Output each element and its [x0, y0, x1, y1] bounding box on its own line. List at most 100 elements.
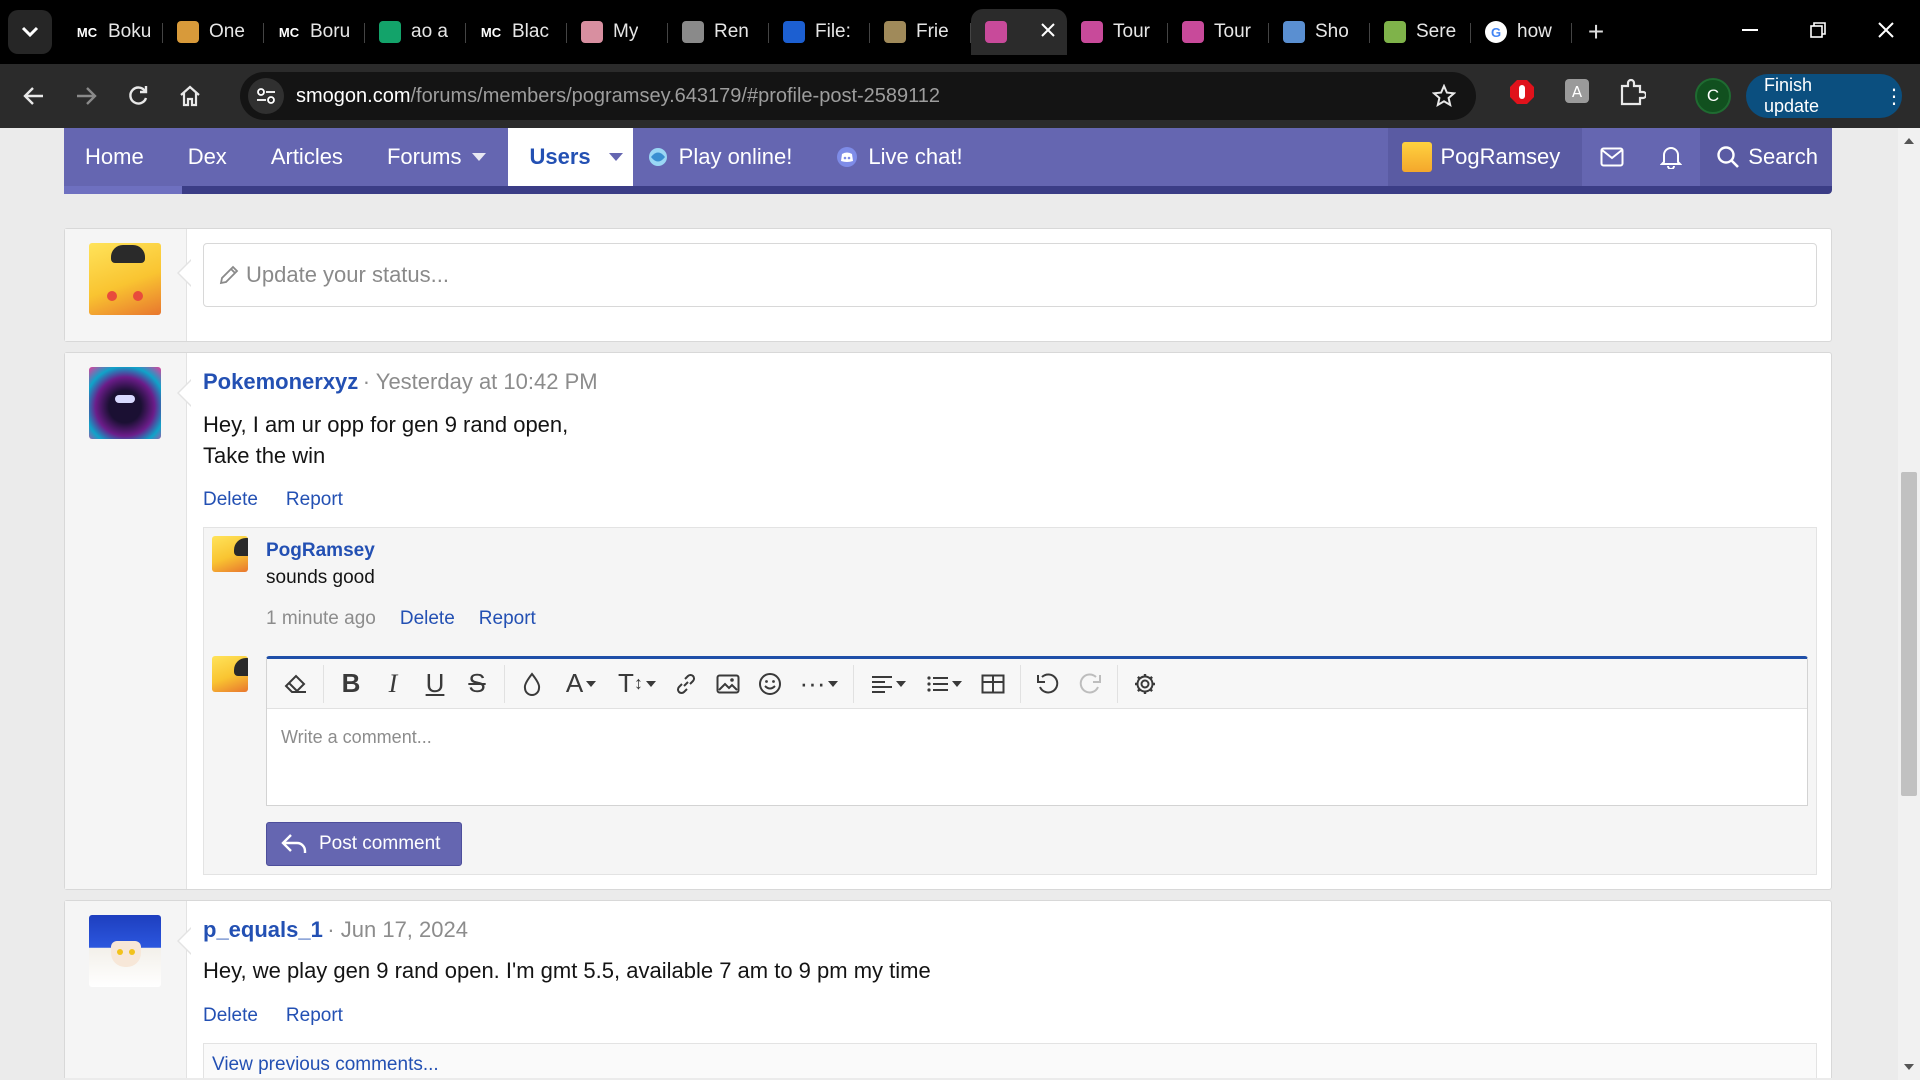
post-time[interactable]: Jun 17, 2024 [341, 917, 468, 942]
redo-button[interactable] [1069, 664, 1111, 704]
list-button[interactable] [916, 664, 972, 704]
report-link[interactable]: Report [479, 608, 536, 629]
chevron-down-icon[interactable] [608, 153, 623, 161]
post-author[interactable]: Pokemonerxyz [203, 369, 358, 394]
tab-favicon-icon [682, 21, 704, 43]
insert-image-button[interactable] [707, 664, 749, 704]
nav-live-chat[interactable]: Live chat! [814, 128, 984, 186]
browser-tab[interactable]: My [567, 9, 668, 55]
editor-settings-button[interactable] [1124, 664, 1166, 704]
eraser-icon [284, 674, 306, 693]
image-icon [716, 674, 740, 693]
browser-tab[interactable]: Sho [1269, 9, 1370, 55]
nav-search[interactable]: Search [1700, 128, 1832, 186]
browser-tab[interactable]: Frie [870, 9, 971, 55]
nav-alerts[interactable] [1642, 128, 1701, 186]
browser-tab[interactable]: MC Boru [264, 9, 365, 55]
nav-dex[interactable]: Dex [166, 128, 249, 186]
new-tab-button[interactable]: + [1576, 12, 1616, 52]
address-bar[interactable]: smogon.com/forums/members/pogramsey.6431… [240, 72, 1476, 120]
delete-link[interactable]: Delete [203, 1005, 258, 1026]
site-navbar: Home Dex Articles Forums Users Play onli… [64, 128, 1832, 194]
avatar[interactable] [212, 536, 248, 572]
stop-extension-icon[interactable] [1508, 78, 1536, 111]
comment-time[interactable]: 1 minute ago [266, 608, 376, 629]
page-scrollbar[interactable] [1898, 128, 1920, 1080]
close-tab-icon[interactable] [1041, 21, 1055, 43]
italic-button[interactable]: I [372, 664, 414, 704]
insert-table-button[interactable] [972, 664, 1014, 704]
profile-avatar[interactable]: C [1695, 78, 1731, 114]
delete-link[interactable]: Delete [203, 489, 258, 510]
nav-home[interactable]: Home [64, 128, 166, 186]
toolbar-separator [323, 664, 324, 703]
clear-formatting-button[interactable] [275, 664, 317, 704]
forward-button[interactable] [60, 70, 112, 122]
scrollbar-thumb[interactable] [1901, 472, 1917, 796]
tab-list: MC Boku One MC Boru ao a MC Blac My Ren File: Frie T… [62, 5, 1572, 59]
browser-tab[interactable]: MC Blac [466, 9, 567, 55]
scroll-up-arrow[interactable] [1904, 138, 1914, 144]
view-previous-link[interactable]: View previous comments... [212, 1054, 439, 1075]
undo-button[interactable] [1027, 664, 1069, 704]
nav-articles[interactable]: Articles [249, 128, 365, 186]
close-window-button[interactable] [1852, 0, 1920, 60]
browser-tab[interactable]: Tour [1067, 9, 1168, 55]
nav-users[interactable]: Users [507, 128, 633, 186]
more-menu-icon[interactable]: ⋮ [1884, 84, 1904, 109]
nav-forums[interactable]: Forums [365, 128, 508, 186]
post-author[interactable]: p_equals_1 [203, 917, 323, 942]
tab-title: Frie [916, 21, 949, 42]
tab-favicon-icon [1182, 21, 1204, 43]
bold-button[interactable]: B [330, 664, 372, 704]
scroll-down-arrow[interactable] [1904, 1064, 1914, 1070]
table-icon [981, 674, 1005, 693]
back-button[interactable] [8, 70, 60, 122]
avatar[interactable] [89, 915, 161, 987]
underline-button[interactable]: U [414, 664, 456, 704]
home-button[interactable] [164, 70, 216, 122]
font-size-button[interactable]: T ↕ [609, 664, 665, 704]
report-link[interactable]: Report [286, 489, 343, 510]
minimize-button[interactable] [1716, 0, 1784, 60]
bookmark-star-icon[interactable] [1431, 83, 1457, 113]
browser-tab[interactable]: One [163, 9, 264, 55]
translate-extension-icon[interactable]: A [1564, 78, 1590, 109]
more-options-button[interactable]: ··· [791, 664, 847, 704]
comment-author[interactable]: PogRamsey [266, 540, 375, 562]
font-family-button[interactable]: A [553, 664, 609, 704]
nav-user-account[interactable]: PogRamsey [1388, 128, 1583, 186]
text-color-button[interactable] [511, 664, 553, 704]
status-input[interactable]: Update your status... [203, 243, 1817, 307]
chevron-down-icon[interactable] [471, 153, 486, 161]
browser-tab[interactable]: Ghow [1471, 9, 1572, 55]
align-button[interactable] [860, 664, 916, 704]
tab-favicon-icon: MC [278, 21, 300, 43]
delete-link[interactable]: Delete [400, 608, 455, 629]
browser-tab[interactable]: Sere [1370, 9, 1471, 55]
nav-inbox[interactable] [1582, 128, 1643, 186]
finish-update-button[interactable]: Finish update ⋮ [1746, 74, 1904, 118]
restore-button[interactable] [1784, 0, 1852, 60]
strikethrough-button[interactable]: S [456, 664, 498, 704]
browser-tab[interactable]: Ren [668, 9, 769, 55]
profile-post: p_equals_1 · Jun 17, 2024 Hey, we play g… [64, 900, 1832, 1078]
site-info-icon[interactable] [248, 78, 284, 114]
avatar[interactable] [89, 243, 161, 315]
browser-tab-active[interactable] [971, 9, 1067, 55]
insert-link-button[interactable] [665, 664, 707, 704]
browser-tab[interactable]: Tour [1168, 9, 1269, 55]
reload-button[interactable] [112, 70, 164, 122]
browser-tab[interactable]: MC Boku [62, 9, 163, 55]
nav-play-online[interactable]: Play online! [633, 128, 815, 186]
extensions-puzzle-icon[interactable] [1618, 78, 1648, 111]
avatar[interactable] [89, 367, 161, 439]
browser-tab[interactable]: ao a [365, 9, 466, 55]
tab-search-button[interactable] [8, 10, 52, 54]
post-comment-button[interactable]: Post comment [266, 822, 462, 866]
browser-tab[interactable]: File: [769, 9, 870, 55]
comment-textarea[interactable]: Write a comment... [267, 709, 1807, 805]
post-time[interactable]: Yesterday at 10:42 PM [376, 369, 598, 394]
insert-smilie-button[interactable] [749, 664, 791, 704]
report-link[interactable]: Report [286, 1005, 343, 1026]
